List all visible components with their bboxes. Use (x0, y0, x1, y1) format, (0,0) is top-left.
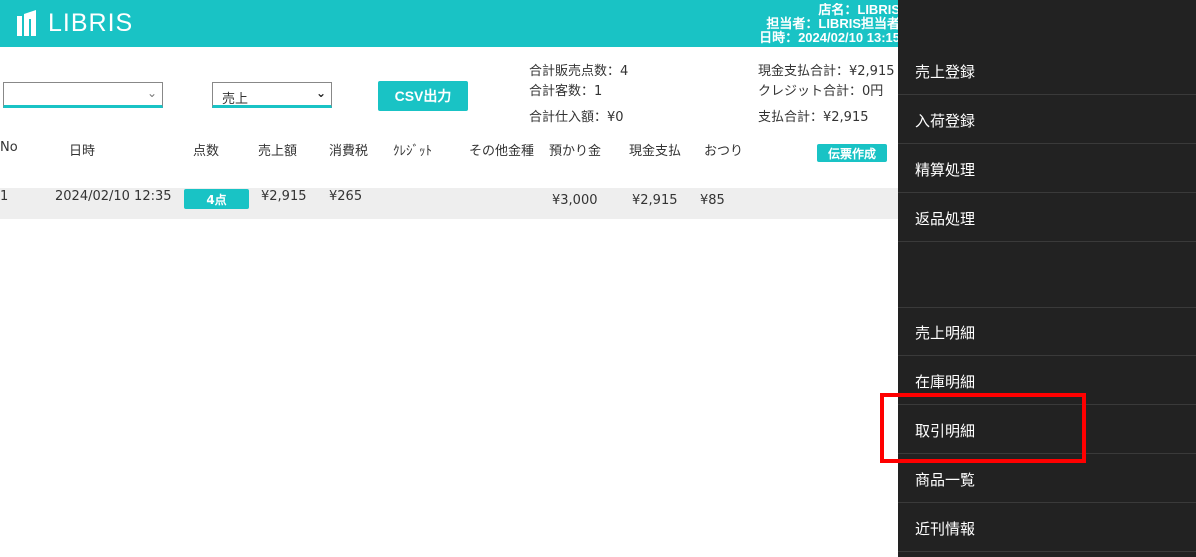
cell-no: 1 (0, 189, 9, 204)
csv-export-button[interactable]: CSV出力 (378, 81, 468, 111)
logo-text: LIBRIS (48, 8, 134, 37)
col-other: その他金種 (469, 144, 535, 159)
cell-change: ¥85 (700, 193, 725, 208)
filter-select-1[interactable]: ⌄ (3, 82, 163, 108)
total-purchase: 合計仕入額：¥0 (529, 110, 624, 125)
col-credit: ｸﾚｼﾞｯﾄ (393, 144, 432, 159)
cell-sales: ¥2,915 (261, 189, 307, 204)
summary-right: 現金支払合計：¥2,915 クレジット合計：0円 支払合計：¥2,915 (758, 62, 898, 128)
header-info: 店名：LIBRIS 担当者：LIBRIS担当者 日時：2024/02/10 13… (700, 3, 900, 45)
chevron-down-icon: ⌄ (315, 86, 326, 100)
sidebar-item-sales-entry[interactable]: 売上登録 (898, 47, 1196, 95)
transaction-type-value: 売上 (222, 92, 249, 107)
col-cash: 現金支払 (629, 144, 682, 159)
libris-logo[interactable]: LIBRIS (16, 8, 133, 38)
sidebar-spacer (898, 243, 1196, 308)
sidebar-menu: 売上登録 入荷登録 精算処理 返品処理 売上明細 在庫明細 取引明細 商品一覧 … (898, 0, 1196, 557)
cell-deposit: ¥3,000 (552, 193, 598, 208)
chevron-down-icon: ⌄ (146, 86, 157, 100)
highlight-box (880, 393, 1086, 463)
sidebar-item-label: 入荷登録 (915, 112, 976, 130)
sidebar-item-label: 在庫明細 (915, 373, 976, 391)
sidebar-item-returns[interactable]: 返品処理 (898, 194, 1196, 242)
sidebar-item-label: 売上登録 (915, 63, 976, 81)
count-badge[interactable]: 4点 (184, 189, 249, 209)
store-name: 店名：LIBRIS (818, 3, 900, 17)
sidebar-item-label: 売上明細 (915, 324, 976, 342)
payment-total: 支払合計：¥2,915 (758, 110, 869, 125)
sidebar-item-label: 近刊情報 (915, 520, 976, 538)
col-deposit: 預かり金 (549, 144, 602, 159)
col-count: 点数 (193, 144, 220, 159)
sidebar-item-receiving-entry[interactable]: 入荷登録 (898, 96, 1196, 144)
staff-name: 担当者：LIBRIS担当者 (766, 16, 900, 31)
cash-total: 現金支払合計：¥2,915 (758, 64, 895, 79)
sidebar-item-label: 商品一覧 (915, 471, 976, 489)
table-row[interactable]: 1 2024/02/10 12:35 4点 ¥2,915 ¥265 ¥3,000… (0, 188, 898, 219)
col-change: おつり (704, 144, 744, 159)
transaction-type-select[interactable]: 売上 ⌄ (212, 82, 332, 108)
sidebar-item-label: 精算処理 (915, 161, 976, 179)
cell-datetime: 2024/02/10 12:35 (55, 189, 172, 204)
total-items: 合計販売点数：4 (529, 64, 629, 79)
col-tax: 消費税 (329, 144, 369, 159)
create-slip-button[interactable]: 伝票作成 (817, 144, 887, 162)
col-datetime: 日時 (69, 144, 96, 159)
book-icon (17, 10, 36, 36)
sidebar-item-settlement[interactable]: 精算処理 (898, 145, 1196, 193)
sidebar-item-label: 返品処理 (915, 210, 976, 228)
credit-total: クレジット合計：0円 (758, 84, 884, 99)
sidebar-item-upcoming-info[interactable]: 近刊情報 (898, 504, 1196, 552)
cell-tax: ¥265 (329, 189, 363, 204)
header-datetime: 日時：2024/02/10 13:15 (759, 30, 900, 45)
summary-left: 合計販売点数：4 合計客数：1 合計仕入額：¥0 (529, 62, 628, 128)
total-customers: 合計客数：1 (529, 84, 603, 99)
col-no: No (0, 140, 18, 155)
sidebar-item-sales-detail[interactable]: 売上明細 (898, 308, 1196, 356)
col-sales: 売上額 (258, 144, 298, 159)
cell-cash: ¥2,915 (632, 193, 678, 208)
